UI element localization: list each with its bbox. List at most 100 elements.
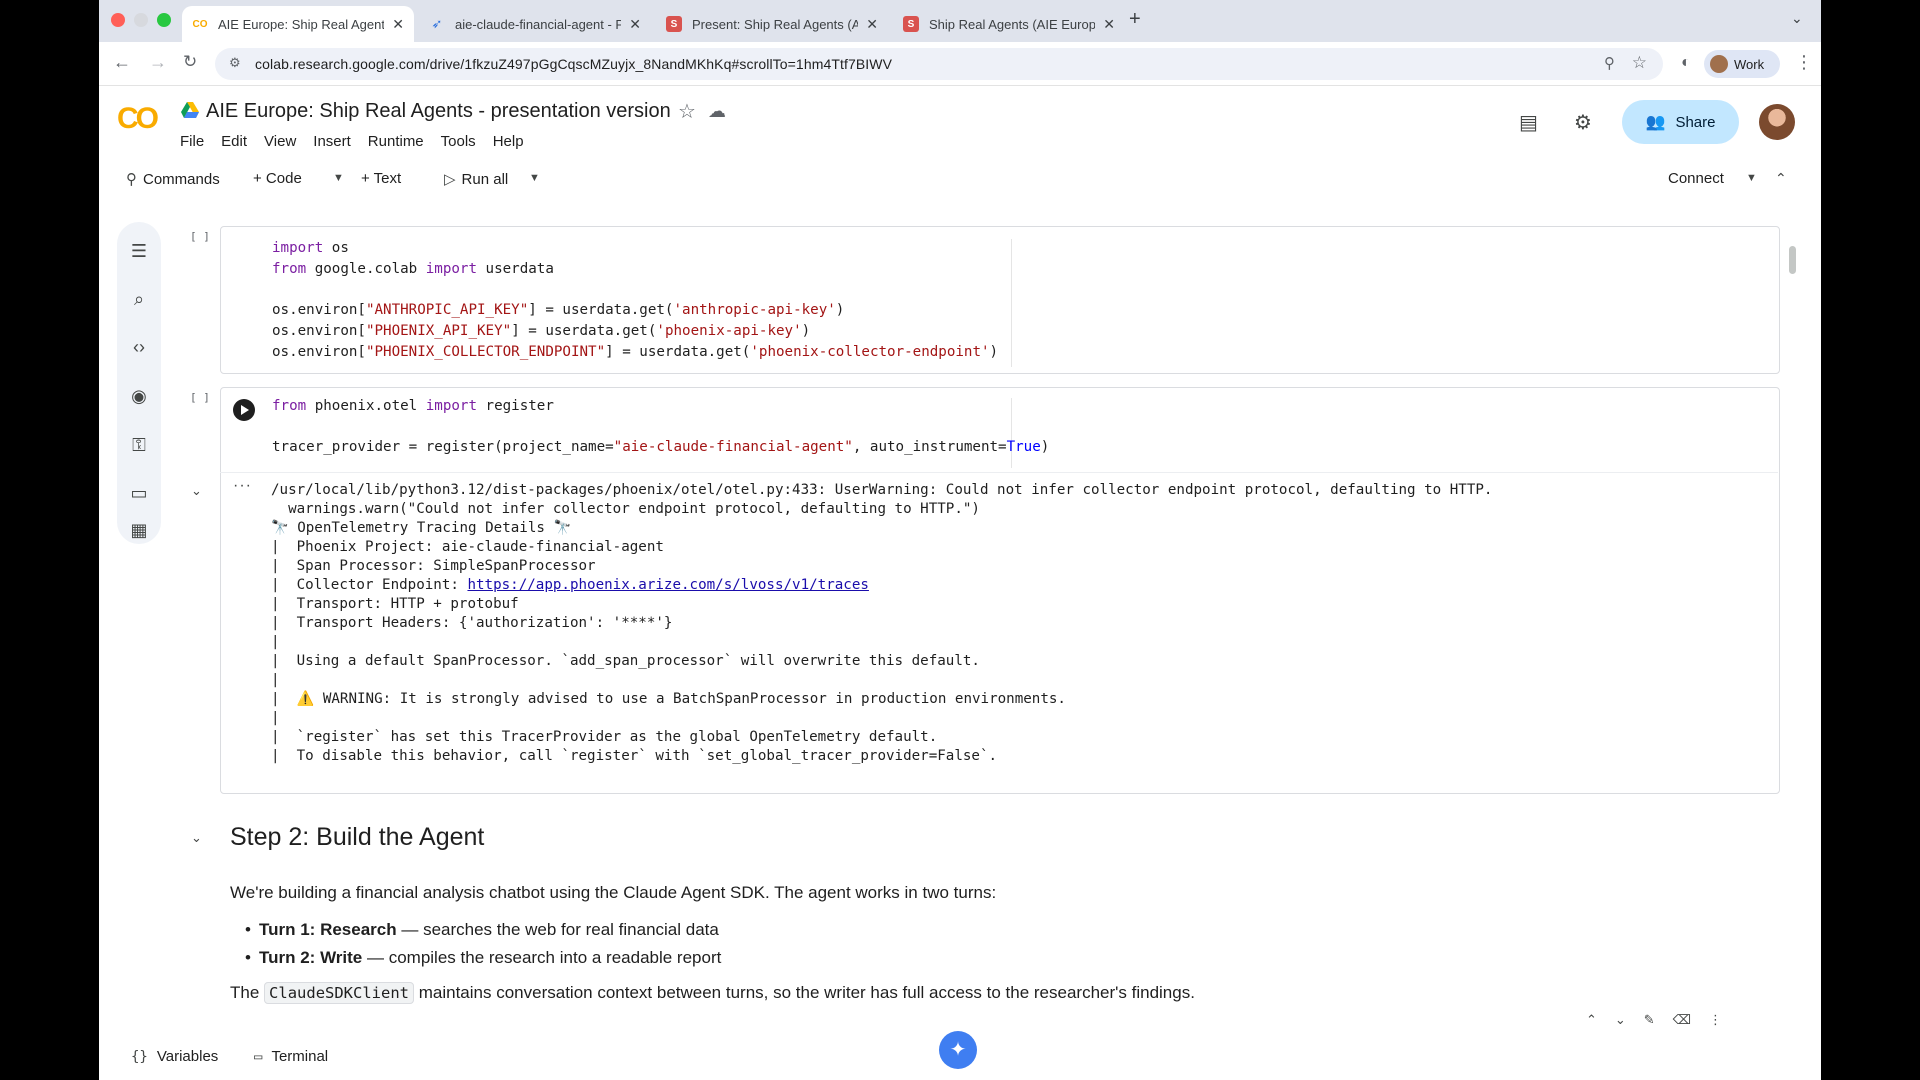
- browser-window: CO AIE Europe: Ship Real Agents ✕ ➶ aie-…: [99, 0, 1821, 1080]
- tab-colab[interactable]: CO AIE Europe: Ship Real Agents ✕: [182, 6, 414, 42]
- comments-icon[interactable]: ▤: [1519, 110, 1538, 135]
- find-replace-icon[interactable]: ⌕: [128, 288, 150, 310]
- tab-search-chevron-icon[interactable]: ⌄: [1791, 10, 1803, 27]
- chevron-down-icon[interactable]: ▼: [529, 172, 540, 184]
- output-line: 🔭 OpenTelemetry Tracing Details 🔭: [271, 520, 572, 536]
- menu-insert[interactable]: Insert: [313, 133, 351, 150]
- close-tab-icon[interactable]: ✕: [629, 16, 641, 33]
- colab-icon: CO: [192, 18, 208, 30]
- bullet-bold: Turn 2: Write: [259, 948, 363, 967]
- cell-toolbar-icons[interactable]: ⌃⌄✎⌫⋮: [1586, 1012, 1762, 1026]
- bookmark-star-icon[interactable]: ☆: [1632, 53, 1647, 73]
- notebook-title[interactable]: AIE Europe: Ship Real Agents - presentat…: [206, 100, 671, 123]
- minimize-window-button[interactable]: [134, 13, 148, 27]
- commands-label: Commands: [143, 170, 220, 188]
- collapse-output-chevron-icon[interactable]: ⌄: [191, 483, 202, 499]
- collapse-section-chevron-icon[interactable]: ⌄: [191, 830, 202, 846]
- menu-help[interactable]: Help: [493, 133, 524, 150]
- output-line: /usr/local/lib/python3.12/dist-packages/…: [271, 482, 1493, 498]
- chevron-down-icon[interactable]: ▼: [333, 172, 344, 184]
- tab-arize[interactable]: ➶ aie-claude-financial-agent - P ✕: [419, 6, 651, 42]
- section-heading: Step 2: Build the Agent: [230, 823, 485, 851]
- bullet-bold: Turn 1: Research: [259, 920, 397, 939]
- add-text-button[interactable]: + Text: [361, 170, 401, 187]
- close-tab-icon[interactable]: ✕: [392, 16, 404, 33]
- forward-icon[interactable]: →: [149, 52, 167, 73]
- data-table-icon[interactable]: ▦: [128, 519, 150, 541]
- profile-label: Work: [1734, 56, 1765, 72]
- play-icon: ▷: [444, 171, 456, 188]
- maximize-window-button[interactable]: [157, 13, 171, 27]
- secrets-key-icon[interactable]: ⚿: [128, 434, 150, 456]
- secrets-eye-icon[interactable]: ◉: [128, 385, 150, 407]
- menu-view[interactable]: View: [264, 133, 296, 150]
- output-line: | Transport Headers: {'authorization': '…: [271, 615, 673, 631]
- extension-icon[interactable]: ◐: [1681, 54, 1691, 72]
- chevron-down-icon[interactable]: ▼: [1746, 172, 1757, 184]
- output-line: | Span Processor: SimpleSpanProcessor: [271, 558, 596, 574]
- run-all-button[interactable]: ▷ Run all: [444, 170, 509, 189]
- output-line: | Using a default SpanProcessor. `add_sp…: [271, 653, 980, 669]
- execution-count: [ ]: [190, 230, 210, 243]
- profile-chip[interactable]: Work: [1704, 50, 1780, 78]
- close-tab-icon[interactable]: ✕: [1103, 16, 1115, 33]
- closing-text: maintains conversation context between t…: [414, 983, 1195, 1002]
- code-snippets-icon[interactable]: ‹›: [128, 336, 150, 358]
- variables-button[interactable]: {} Variables: [131, 1048, 218, 1065]
- cloud-saved-icon[interactable]: ☁: [708, 101, 726, 122]
- user-avatar[interactable]: [1759, 104, 1795, 140]
- commands-button[interactable]: ⚲ Commands: [126, 170, 220, 189]
- tab-present-slides[interactable]: S Present: Ship Real Agents (Al ✕: [656, 6, 888, 42]
- tab-strip: CO AIE Europe: Ship Real Agents ✕ ➶ aie-…: [99, 0, 1821, 42]
- output-line: |: [271, 634, 280, 650]
- url-text[interactable]: colab.research.google.com/drive/1fkzuZ49…: [255, 56, 892, 72]
- files-folder-icon[interactable]: ▭: [128, 482, 150, 504]
- back-icon[interactable]: ←: [113, 52, 131, 73]
- menu-edit[interactable]: Edit: [221, 133, 247, 150]
- menu-file[interactable]: File: [180, 133, 204, 150]
- collapse-header-icon[interactable]: ⌃: [1775, 170, 1787, 187]
- code-editor[interactable]: from phoenix.otel import register tracer…: [272, 396, 1049, 458]
- zoom-icon[interactable]: ⚲: [1604, 54, 1615, 72]
- site-info-icon[interactable]: ⚙: [229, 55, 241, 71]
- colab-logo[interactable]: CO: [117, 102, 159, 136]
- search-icon: ⚲: [126, 171, 137, 188]
- collector-endpoint-link[interactable]: https://app.phoenix.arize.com/s/lvoss/v1…: [467, 577, 868, 593]
- menu-runtime[interactable]: Runtime: [368, 133, 424, 150]
- notebook-toolbar: ⚲ Commands + Code ▼ + Text ▷ Run all ▼ C…: [99, 160, 1821, 200]
- output-line: | Transport: HTTP + protobuf: [271, 596, 519, 612]
- reload-icon[interactable]: ↻: [183, 52, 197, 72]
- close-window-button[interactable]: [111, 13, 125, 27]
- url-bar[interactable]: ⚙ colab.research.google.com/drive/1fkzuZ…: [215, 48, 1663, 80]
- tab-title: Ship Real Agents (AIE Europe: [929, 16, 1096, 32]
- terminal-icon: ▭: [254, 1048, 263, 1065]
- settings-gear-icon[interactable]: ⚙: [1574, 110, 1592, 135]
- left-sidebar-rail: ☰ ⌕ ‹› ◉ ⚿ ▭ ▦: [117, 222, 161, 544]
- code-editor[interactable]: import os from google.colab import userd…: [272, 238, 998, 362]
- output-actions-icon[interactable]: ···: [233, 477, 252, 495]
- browser-menu-icon[interactable]: ⋮: [1795, 52, 1813, 73]
- add-code-button[interactable]: + Code: [253, 170, 302, 187]
- profile-avatar: [1710, 55, 1728, 73]
- run-cell-button[interactable]: [233, 399, 255, 421]
- close-tab-icon[interactable]: ✕: [866, 16, 878, 33]
- arize-icon: ➶: [431, 16, 443, 31]
- output-line: warnings.warn("Could not infer collector…: [271, 501, 980, 517]
- terminal-button[interactable]: ▭ Terminal: [254, 1048, 328, 1065]
- star-notebook-icon[interactable]: ☆: [678, 99, 696, 124]
- connect-button[interactable]: Connect: [1668, 170, 1724, 187]
- run-all-label: Run all: [461, 170, 509, 188]
- list-item: Turn 1: Research — searches the web for …: [245, 920, 719, 940]
- execution-count: [ ]: [190, 391, 210, 404]
- share-button[interactable]: 👥 Share: [1622, 100, 1739, 144]
- output-line: |: [271, 710, 280, 726]
- output-line: |: [271, 672, 280, 688]
- menu-tools[interactable]: Tools: [441, 133, 476, 150]
- scrollbar-thumb[interactable]: [1789, 246, 1796, 274]
- new-tab-icon[interactable]: +: [1129, 8, 1141, 31]
- gemini-sparkle-icon[interactable]: ✦: [939, 1031, 977, 1069]
- tab-slides[interactable]: S Ship Real Agents (AIE Europe ✕: [893, 6, 1125, 42]
- code-cell-env[interactable]: import os from google.colab import userd…: [220, 226, 1780, 374]
- share-label: Share: [1675, 113, 1716, 131]
- table-of-contents-icon[interactable]: ☰: [128, 240, 150, 262]
